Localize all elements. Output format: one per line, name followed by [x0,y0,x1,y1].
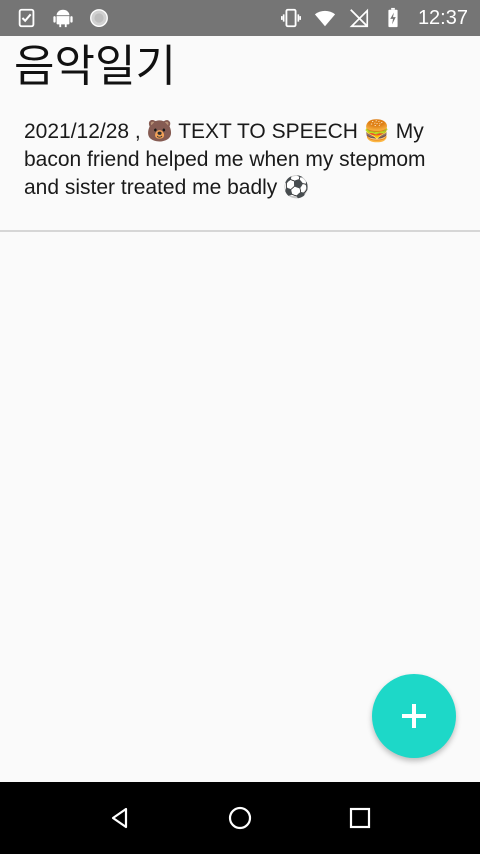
status-bar-right: 12:37 [280,7,468,30]
home-button[interactable] [180,782,300,854]
battery-charging-icon [388,7,398,28]
vibrate-icon [280,8,301,28]
status-time: 12:37 [417,6,468,29]
diary-entry[interactable]: 2021/12/28 , 🐻 TEXT TO SPEECH 🍔 My bacon… [0,116,480,232]
circle-dotted-icon [90,9,108,27]
add-entry-button[interactable] [372,674,456,758]
navigation-bar [0,782,480,854]
android-icon [53,9,73,28]
diary-entry-text: 2021/12/28 , 🐻 TEXT TO SPEECH 🍔 My bacon… [24,120,426,199]
plus-icon [402,704,426,728]
status-bar: 12:37 [0,0,480,36]
diary-list: 2021/12/28 , 🐻 TEXT TO SPEECH 🍔 My bacon… [0,116,480,232]
app-title: 음악일기 [14,41,176,92]
wifi-icon [314,10,336,27]
home-icon [228,806,252,830]
recents-icon [349,807,371,829]
back-button[interactable] [60,782,180,854]
task-check-icon [18,8,35,28]
back-icon [111,807,128,829]
no-sim-icon [349,8,369,28]
status-bar-left [16,7,110,29]
recents-button[interactable] [300,782,420,854]
